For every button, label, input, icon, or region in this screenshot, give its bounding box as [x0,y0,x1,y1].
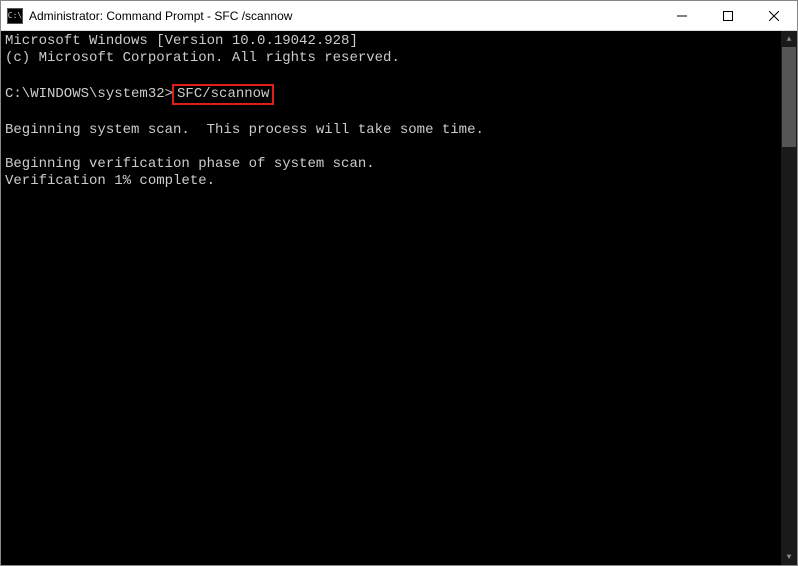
scroll-up-icon[interactable]: ▲ [781,31,797,47]
close-button[interactable] [751,1,797,31]
maximize-button[interactable] [705,1,751,31]
scan-begin-text: Beginning system scan. This process will… [5,122,793,139]
titlebar: C:\ Administrator: Command Prompt - SFC … [1,1,797,31]
command-highlight: SFC/scannow [172,84,274,105]
blank-line [5,67,793,84]
window-title: Administrator: Command Prompt - SFC /sca… [29,9,659,23]
copyright-text: (c) Microsoft Corporation. All rights re… [5,50,793,67]
prompt-path: C:\WINDOWS\system32> [5,86,173,102]
verify-begin-text: Beginning verification phase of system s… [5,156,793,173]
prompt-line: C:\WINDOWS\system32>SFC/scannow [5,84,793,105]
blank-line [5,105,793,122]
version-text: Microsoft Windows [Version 10.0.19042.92… [5,33,793,50]
terminal-area[interactable]: Microsoft Windows [Version 10.0.19042.92… [1,31,797,565]
cmd-icon: C:\ [7,8,23,24]
window-controls [659,1,797,31]
scroll-thumb[interactable] [782,47,796,147]
scroll-down-icon[interactable]: ▼ [781,549,797,565]
blank-line [5,139,793,156]
verify-progress-text: Verification 1% complete. [5,173,793,190]
minimize-button[interactable] [659,1,705,31]
scrollbar[interactable]: ▲ ▼ [781,31,797,565]
